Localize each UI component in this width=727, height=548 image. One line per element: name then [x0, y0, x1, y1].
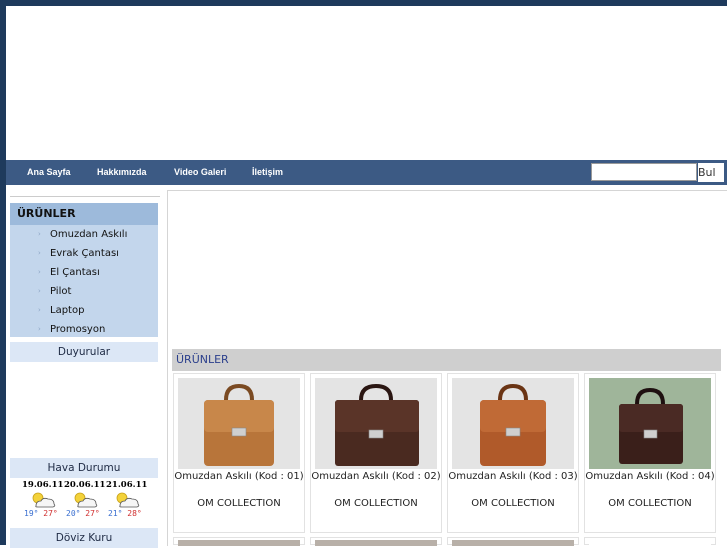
bullet-icon: ›: [38, 249, 41, 257]
product-brand: OM COLLECTION: [197, 498, 281, 509]
weather-temps: 19° 27°: [24, 509, 58, 518]
bullet-icon: ›: [38, 325, 41, 333]
product-image: [589, 540, 711, 546]
sidebar-item-omuzdan-askili[interactable]: › Omuzdan Askılı: [10, 225, 158, 244]
product-card-partial[interactable]: [584, 537, 716, 546]
products-heading: ÜRÜNLER: [172, 349, 721, 371]
product-image: [178, 378, 300, 469]
header-banner: [6, 6, 727, 160]
weather-day: 20.06.11 20° 27°: [64, 480, 106, 522]
nav-contact[interactable]: İletişim: [252, 160, 283, 185]
bullet-icon: ›: [38, 268, 41, 276]
sidebar-products-title: ÜRÜNLER: [10, 203, 158, 225]
product-card-partial[interactable]: [310, 537, 442, 546]
weather-date: 19.06.11: [22, 480, 64, 490]
product-name: Omuzdan Askılı (Kod : 03): [448, 471, 578, 482]
search-input[interactable]: [591, 163, 697, 181]
weather-date: 20.06.11: [64, 480, 106, 490]
bullet-icon: ›: [38, 287, 41, 295]
product-brand: OM COLLECTION: [608, 498, 692, 509]
product-image: [452, 378, 574, 469]
product-card[interactable]: Omuzdan Askılı (Kod : 04) OM COLLECTION: [584, 373, 716, 533]
product-card[interactable]: Omuzdan Askılı (Kod : 02) OM COLLECTION: [310, 373, 442, 533]
sidebar-divider: [10, 196, 160, 197]
sidebar-item-el-cantasi[interactable]: › El Çantası: [10, 263, 158, 282]
sidebar-item-pilot[interactable]: › Pilot: [10, 282, 158, 301]
sidebar-item-promosyon[interactable]: › Promosyon: [10, 320, 158, 339]
product-name: Omuzdan Askılı (Kod : 02): [311, 471, 441, 482]
partly-cloudy-icon: [74, 492, 98, 508]
bullet-icon: ›: [38, 230, 41, 238]
partly-cloudy-icon: [116, 492, 140, 508]
weather-title: Hava Durumu: [10, 458, 158, 478]
sidebar-item-laptop[interactable]: › Laptop: [10, 301, 158, 320]
product-card-partial[interactable]: [447, 537, 579, 546]
currency-title: Döviz Kuru: [10, 528, 158, 548]
main-navigation: Ana Sayfa Hakkımızda Video Galeri İletiş…: [6, 160, 727, 185]
weather-date: 21.06.11: [106, 480, 148, 490]
product-image: [315, 540, 437, 546]
sidebar: ÜRÜNLER › Omuzdan Askılı › Evrak Çantası ›…: [10, 186, 160, 548]
bullet-icon: ›: [38, 306, 41, 314]
product-card-partial[interactable]: [173, 537, 305, 546]
nav-video-gallery[interactable]: Video Galeri: [174, 160, 226, 185]
product-image: [589, 378, 711, 469]
product-brand: OM COLLECTION: [471, 498, 555, 509]
nav-about[interactable]: Hakkımızda: [97, 160, 147, 185]
weather-temps: 20° 27°: [66, 509, 100, 518]
product-card[interactable]: Omuzdan Askılı (Kod : 01) OM COLLECTION: [173, 373, 305, 533]
product-image: [315, 378, 437, 469]
product-image: [178, 540, 300, 546]
weather-temps: 21° 28°: [108, 509, 142, 518]
product-name: Omuzdan Askılı (Kod : 01): [174, 471, 304, 482]
weather-day: 21.06.11 21° 28°: [106, 480, 148, 522]
partly-cloudy-icon: [32, 492, 56, 508]
product-card[interactable]: Omuzdan Askılı (Kod : 03) OM COLLECTION: [447, 373, 579, 533]
sidebar-product-list: › Omuzdan Askılı › Evrak Çantası › El Çanta…: [10, 225, 158, 337]
nav-home[interactable]: Ana Sayfa: [27, 160, 71, 185]
product-image: [452, 540, 574, 546]
product-brand: OM COLLECTION: [334, 498, 418, 509]
sidebar-item-evrak-cantasi[interactable]: › Evrak Çantası: [10, 244, 158, 263]
search-button[interactable]: Bul: [698, 163, 724, 182]
announcements-title: Duyurular: [10, 342, 158, 362]
product-name: Omuzdan Askılı (Kod : 04): [585, 471, 715, 482]
weather-day: 19.06.11 19° 27°: [22, 480, 64, 522]
weather-widget: 19.06.11 19° 27° 20.06.11 20° 27° 21.06.…: [10, 480, 158, 522]
